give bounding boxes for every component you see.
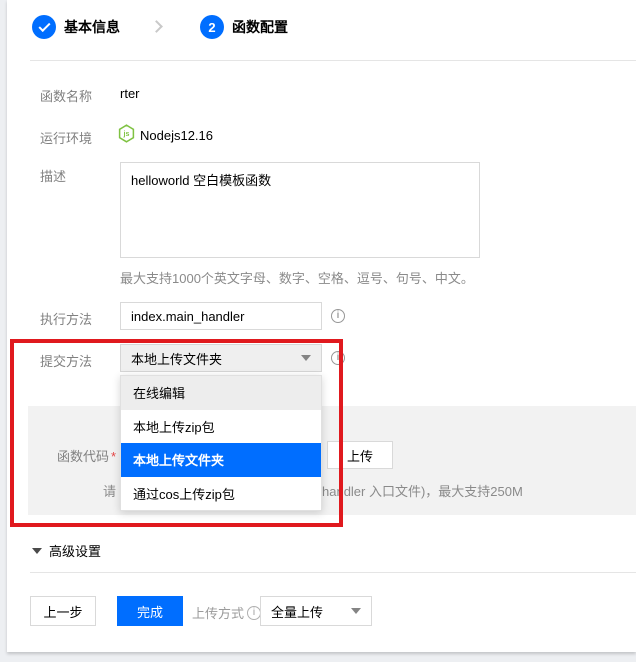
step-1-label: 基本信息 xyxy=(64,15,120,39)
upload-mode-value: 全量上传 xyxy=(271,602,351,621)
footer-divider xyxy=(30,572,636,573)
function-code-label: 函数代码 xyxy=(57,449,109,464)
check-icon xyxy=(38,19,50,31)
caret-down-icon xyxy=(301,355,311,361)
submit-method-value: 本地上传文件夹 xyxy=(131,349,301,368)
function-name-label: 函数名称 xyxy=(40,86,92,105)
required-asterisk: * xyxy=(111,449,116,464)
step-1-circle xyxy=(32,15,56,39)
previous-step-button[interactable]: 上一步 xyxy=(30,596,96,626)
description-help: 最大支持1000个英文字母、数字、空格、逗号、句号、中文。 xyxy=(120,268,474,287)
svg-text:js: js xyxy=(123,130,130,138)
upload-mode-row: 上传方式 i xyxy=(192,603,261,622)
function-code-label-row: 函数代码* xyxy=(57,446,116,466)
upload-mode-label: 上传方式 xyxy=(192,603,244,622)
advanced-settings-label: 高级设置 xyxy=(49,541,101,560)
description-textarea[interactable]: helloworld 空白模板函数 xyxy=(120,162,480,258)
submit-method-info-icon[interactable]: i xyxy=(331,351,345,365)
triangle-down-icon xyxy=(32,548,42,554)
step-2-label: 函数配置 xyxy=(232,15,288,39)
header-divider xyxy=(30,60,636,61)
description-label: 描述 xyxy=(40,166,66,185)
caret-down-icon xyxy=(351,608,361,614)
done-button[interactable]: 完成 xyxy=(117,596,183,626)
code-help-prefix: 请 xyxy=(103,481,116,500)
step-2-indicator[interactable]: 2 xyxy=(200,15,224,39)
advanced-settings-toggle[interactable]: 高级设置 xyxy=(32,541,101,560)
submit-method-select[interactable]: 本地上传文件夹 xyxy=(120,344,322,372)
code-help-text: handler 入口文件)，最大支持250M xyxy=(322,481,523,500)
step-1-indicator[interactable] xyxy=(32,15,56,39)
upload-mode-select[interactable]: 全量上传 xyxy=(260,596,372,626)
submit-method-label: 提交方法 xyxy=(40,351,92,370)
dropdown-option-local-folder[interactable]: 本地上传文件夹 xyxy=(121,443,321,477)
dropdown-option-cos-zip[interactable]: 通过cos上传zip包 xyxy=(121,477,321,511)
submit-method-dropdown: 在线编辑 本地上传zip包 本地上传文件夹 通过cos上传zip包 xyxy=(120,375,322,511)
dropdown-option-local-zip[interactable]: 本地上传zip包 xyxy=(121,410,321,444)
handler-info-icon[interactable]: i xyxy=(331,309,345,323)
upload-button[interactable]: 上传 xyxy=(327,441,393,469)
upload-mode-info-icon[interactable]: i xyxy=(247,606,261,620)
dropdown-option-online-edit[interactable]: 在线编辑 xyxy=(121,376,321,410)
nodejs-icon: js xyxy=(118,124,135,148)
handler-label: 执行方法 xyxy=(40,309,92,328)
page: 基本信息 2 函数配置 函数名称 rter 运行环境 js Nodejs12.1… xyxy=(0,0,636,662)
runtime-value: Nodejs12.16 xyxy=(140,128,213,143)
runtime-label: 运行环境 xyxy=(40,128,92,147)
handler-input[interactable] xyxy=(120,302,322,330)
step-2-circle: 2 xyxy=(200,15,224,39)
function-name-value: rter xyxy=(120,86,140,101)
